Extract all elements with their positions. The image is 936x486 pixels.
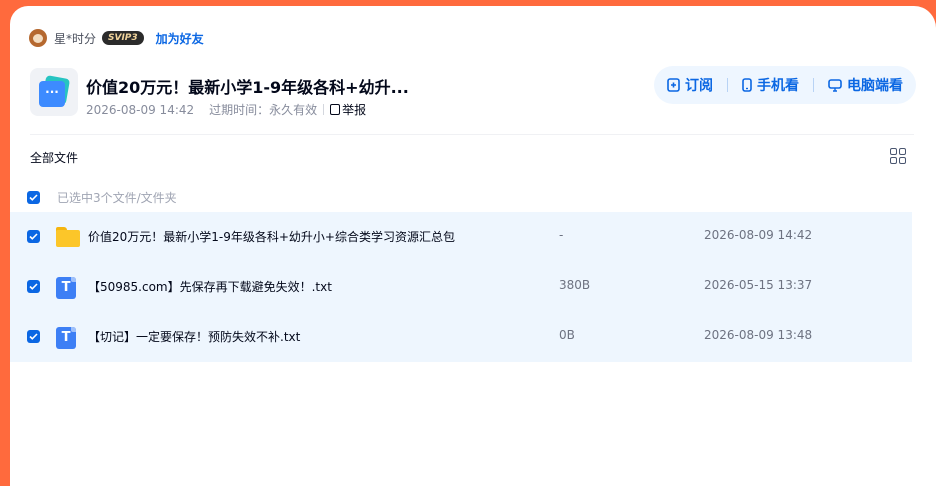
select-all-row: 已选中3个文件/文件夹 [27, 189, 177, 206]
file-name[interactable]: 【50985.com】先保存再下载避免失效！.txt [88, 278, 332, 295]
file-size: - [559, 228, 564, 242]
folder-icon [56, 227, 80, 247]
sharer-info: 星*时分 SVIP3 加为好友 [29, 28, 204, 48]
file-size: 380B [559, 278, 591, 292]
header-divider [30, 134, 914, 135]
file-name[interactable]: 【切记】一定要保存！预防失效不补.txt [88, 328, 300, 345]
subscribe-icon [667, 78, 680, 92]
file-time: 2026-05-15 13:37 [704, 278, 813, 292]
report-icon [330, 104, 341, 115]
expire-label: 过期时间： [209, 103, 270, 117]
pc-view-button[interactable]: 电脑端看 [828, 75, 903, 95]
phone-view-button[interactable]: 手机看 [742, 75, 799, 95]
file-size: 0B [559, 328, 575, 342]
report-label: 举报 [342, 103, 367, 117]
file-row[interactable]: T 【50985.com】先保存再下载避免失效！.txt 380B 2026-0… [10, 262, 912, 312]
selection-count: 已选中3个文件/文件夹 [57, 191, 177, 205]
phone-icon [742, 78, 752, 92]
monitor-icon [828, 78, 842, 92]
share-meta: 2026-08-09 14:42 过期时间： 永久有效 举报 [86, 101, 366, 118]
expire-value: 永久有效 [269, 103, 318, 117]
txt-file-icon: T [56, 277, 76, 299]
file-name[interactable]: 价值20万元！最新小学1-9年级各科+幼升小+综合类学习资源汇总包 [88, 228, 455, 245]
file-time: 2026-08-09 13:48 [704, 328, 813, 342]
share-icon: ··· [30, 68, 78, 116]
report-link[interactable]: 举报 [330, 101, 366, 118]
share-card: 星*时分 SVIP3 加为好友 ··· 价值20万元！最新小学1-9年级各科+幼… [10, 6, 936, 486]
subscribe-button[interactable]: 订阅 [667, 75, 713, 95]
add-friend-link[interactable]: 加为好友 [156, 30, 204, 47]
file-row[interactable]: T 【切记】一定要保存！预防失效不补.txt 0B 2026-08-09 13:… [10, 312, 912, 362]
share-created-time: 2026-08-09 14:42 [86, 102, 195, 117]
view-actions: 订阅 手机看 电脑端看 [654, 66, 916, 104]
sharer-name[interactable]: 星*时分 [54, 30, 96, 47]
txt-file-icon: T [56, 327, 76, 349]
file-row[interactable]: 价值20万元！最新小学1-9年级各科+幼升小+综合类学习资源汇总包 - 2026… [10, 212, 912, 262]
grid-view-icon[interactable] [890, 148, 906, 164]
row-checkbox[interactable] [27, 330, 40, 343]
file-time: 2026-08-09 14:42 [704, 228, 813, 242]
file-list: 价值20万元！最新小学1-9年级各科+幼升小+综合类学习资源汇总包 - 2026… [10, 212, 912, 362]
share-title: 价值20万元！最新小学1-9年级各科+幼升... [86, 78, 409, 97]
select-all-checkbox[interactable] [27, 191, 40, 204]
row-checkbox[interactable] [27, 230, 40, 243]
row-checkbox[interactable] [27, 280, 40, 293]
avatar[interactable] [29, 29, 47, 47]
breadcrumb[interactable]: 全部文件 [30, 149, 78, 166]
vip-badge: SVIP3 [102, 31, 144, 45]
